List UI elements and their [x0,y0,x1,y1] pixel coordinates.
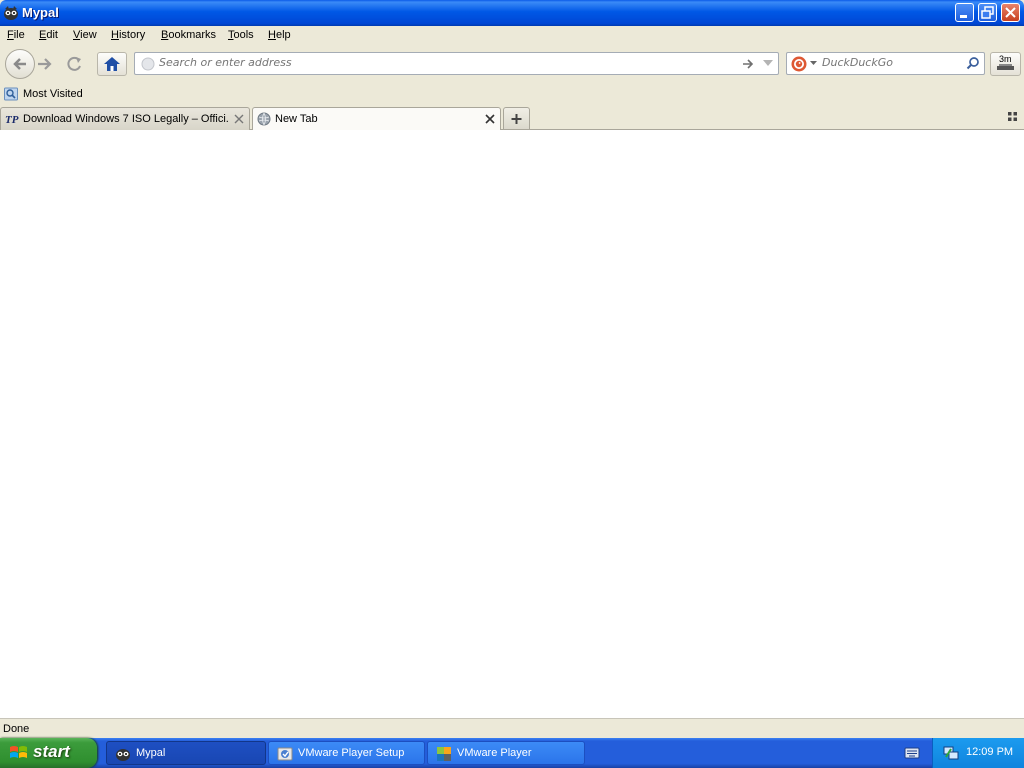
mypal-icon [4,6,18,20]
svg-text:TP: TP [5,114,19,126]
identity-globe-icon [141,57,155,71]
reload-icon [67,56,81,71]
search-engine-dropdown-icon[interactable] [810,61,817,66]
mypal-icon [116,749,130,761]
menu-bookmarks[interactable]: Bookmarks [161,29,216,41]
duckduckgo-icon[interactable] [791,56,807,72]
menu-view[interactable]: View [73,29,97,41]
minimize-icon [960,15,967,18]
window-title: Mypal [22,5,59,20]
bookmark-folder-icon [4,87,18,101]
address-bar[interactable] [134,52,779,75]
search-input[interactable] [822,56,962,69]
clock: 12:09 PM [966,746,1014,758]
back-button[interactable] [5,49,35,79]
keyboard-icon[interactable] [904,746,920,760]
sidebar-button[interactable]: 3m [990,52,1021,76]
tp-favicon: TP [5,114,19,126]
title-bar[interactable]: Mypal [0,0,1024,26]
address-input[interactable] [159,56,729,69]
list-all-tabs-icon[interactable] [1008,112,1018,122]
home-icon [104,57,120,71]
menu-file[interactable]: File [7,29,25,41]
vmware-icon [437,747,451,761]
start-label: start [33,742,70,761]
new-tab-button[interactable] [503,107,530,129]
windows-logo-icon [10,746,27,758]
tab-label: Download Windows 7 ISO Legally – Offici.… [23,113,229,125]
taskbar-item-mypal[interactable]: Mypal [106,741,266,765]
menu-help[interactable]: Help [268,29,291,41]
tab-strip: TP Download Windows 7 ISO Legally – Offi… [0,106,1024,131]
restore-button[interactable] [978,3,997,22]
taskbar: start Mypal VMware Player Setup VMware P… [0,738,1024,768]
bookmark-most-visited[interactable]: Most Visited [23,88,83,100]
chevron-down-icon[interactable] [763,60,773,67]
restore-icon [981,6,994,19]
go-arrow-icon[interactable] [741,57,755,71]
navigation-toolbar: 3m [0,46,1024,84]
taskbar-item-label: Mypal [136,747,166,759]
reload-button[interactable] [63,54,87,74]
home-button[interactable] [97,52,127,76]
forward-arrow-icon [38,58,52,70]
menu-tools[interactable]: Tools [228,29,254,41]
tab-download-windows[interactable]: TP Download Windows 7 ISO Legally – Offi… [0,107,250,130]
back-arrow-icon [13,58,26,70]
tab-close-icon[interactable] [484,113,496,125]
network-icon[interactable] [943,745,959,761]
menu-history[interactable]: History [111,29,145,41]
close-icon [1005,7,1016,18]
plus-icon [511,114,522,124]
taskbar-item-vmware-player[interactable]: VMware Player [427,741,585,765]
tab-label: New Tab [275,113,318,125]
forward-button[interactable] [33,54,57,74]
search-bar[interactable] [786,52,985,75]
page-content[interactable] [0,130,1024,718]
installer-icon [277,747,293,761]
globe-icon [257,112,271,126]
taskbar-item-label: VMware Player [457,747,532,759]
menu-bar: File Edit View History Bookmarks Tools H… [0,26,1024,46]
taskbar-item-vmware-setup[interactable]: VMware Player Setup [268,741,425,765]
bookmarks-toolbar: Most Visited [0,84,1024,106]
system-tray: 12:09 PM [932,738,1024,768]
tab-close-icon[interactable] [233,113,245,125]
drawer-icon [997,64,1014,70]
start-button[interactable]: start [0,738,97,768]
close-button[interactable] [1001,3,1020,22]
status-bar: Done [0,718,1024,738]
minimize-button[interactable] [955,3,974,22]
tab-new-tab[interactable]: New Tab [252,107,501,131]
search-icon[interactable] [966,56,980,70]
status-text: Done [3,723,30,735]
menu-edit[interactable]: Edit [39,29,58,41]
taskbar-item-label: VMware Player Setup [298,747,405,759]
